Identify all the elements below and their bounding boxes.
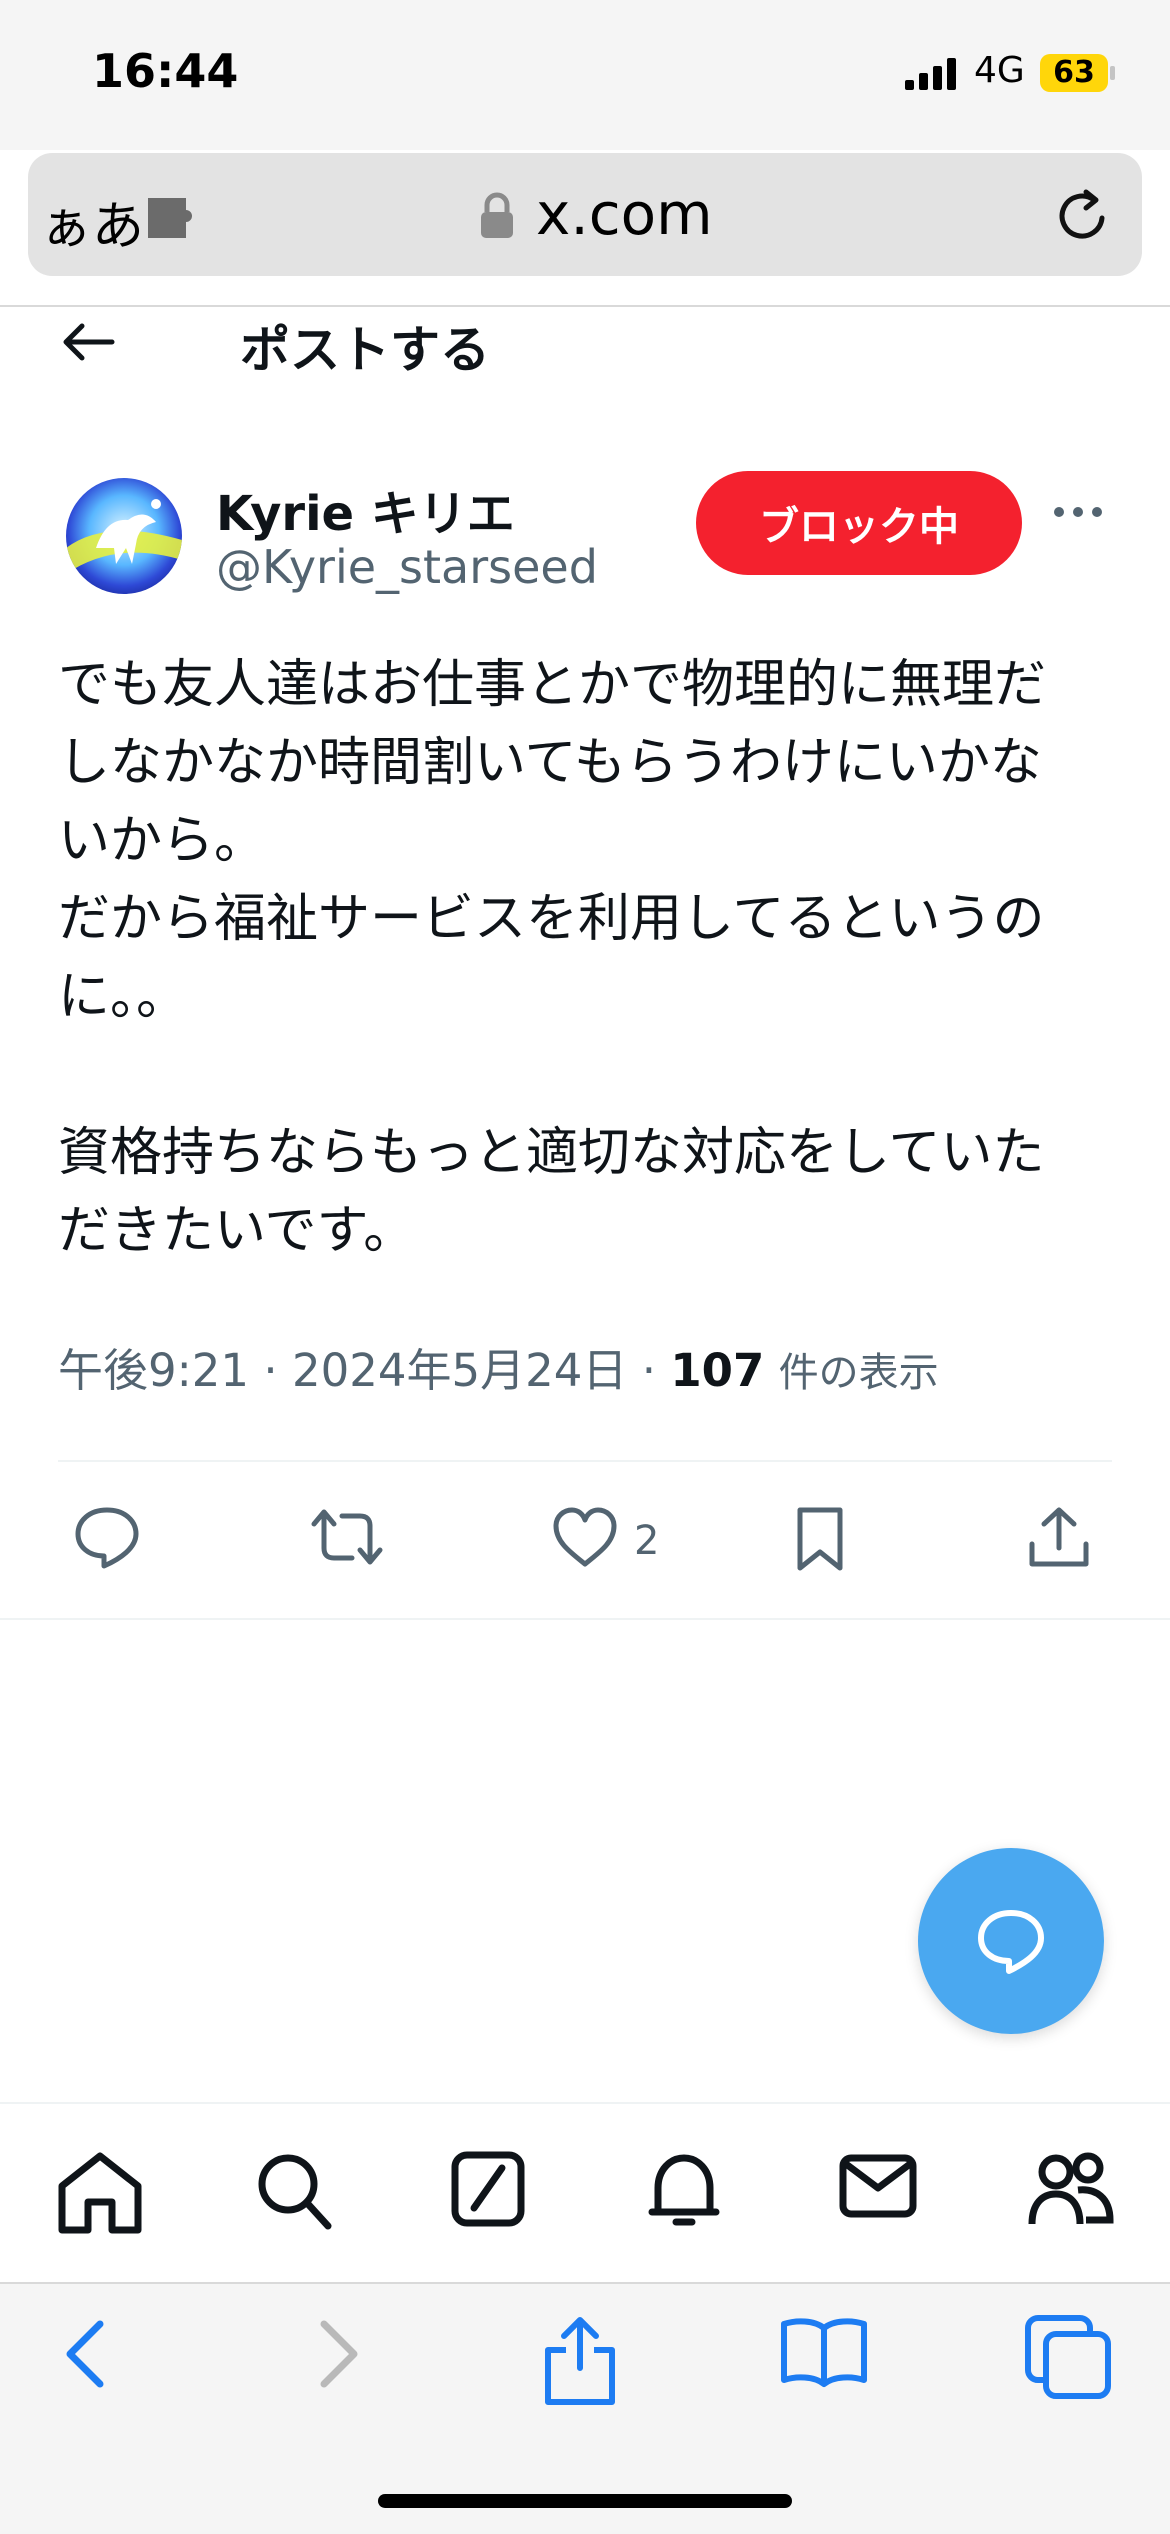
lock-icon: [481, 192, 513, 238]
messages-icon[interactable]: [838, 2150, 918, 2222]
more-options-icon[interactable]: [1052, 505, 1104, 519]
reply-icon[interactable]: [72, 1504, 142, 1570]
tweet-line: でも友人達はお仕事とかで物理的に無理だ: [58, 655, 1047, 715]
tweet-text: でも友人達はお仕事とかで物理的に無理だ しなかなか時間割いてもらうわけにいかな …: [58, 646, 1118, 1270]
divider: [0, 305, 1170, 307]
tweet-line: しなかなか時間割いてもらうわけにいかな: [58, 733, 1042, 793]
meta-separator: ·: [641, 1344, 657, 1397]
tweet-line: [58, 1036, 1118, 1114]
views-label: 件の表示: [778, 1350, 939, 1396]
bookmark-icon[interactable]: [792, 1504, 848, 1574]
heart-icon[interactable]: [550, 1504, 620, 1570]
meta-separator: ·: [263, 1344, 278, 1397]
url-text[interactable]: x.com: [536, 180, 713, 248]
text-size-button[interactable]: ぁあ: [40, 184, 144, 259]
status-time: 16:44: [92, 44, 239, 98]
tweet-line: 資格持ちならもっと適切な対応をしていた: [58, 1123, 1045, 1183]
divider: [0, 1618, 1170, 1620]
tweet-line: に。。: [58, 967, 189, 1027]
tweet-line: だきたいです。: [58, 1201, 416, 1261]
tweet-line: いから。: [58, 811, 267, 871]
battery-level: 63: [1040, 54, 1108, 92]
bottom-nav: [0, 2102, 1170, 2284]
compose-reply-button[interactable]: [918, 1848, 1104, 2034]
avatar[interactable]: [66, 478, 182, 594]
share-icon[interactable]: [1026, 1504, 1092, 1570]
page-title: ポストする: [240, 321, 490, 379]
tweet-meta: 午後9:21 · 2024年5月24日 · 107 件の表示: [58, 1334, 939, 1399]
network-type: 4G: [974, 50, 1025, 91]
grok-icon[interactable]: [450, 2150, 526, 2228]
display-name[interactable]: Kyrie キリエ: [216, 474, 515, 544]
tabs-icon[interactable]: [1024, 2314, 1112, 2400]
search-icon[interactable]: [254, 2150, 334, 2232]
blocked-button[interactable]: ブロック中: [696, 471, 1022, 575]
repost-icon[interactable]: [308, 1504, 386, 1570]
likes-count[interactable]: 2: [634, 1518, 659, 1564]
extension-icon[interactable]: [144, 192, 204, 242]
browser-back-icon[interactable]: [60, 2314, 110, 2394]
reply-bubble-icon: [978, 1910, 1044, 1974]
browser-share-icon[interactable]: [540, 2314, 620, 2408]
notifications-icon[interactable]: [646, 2150, 722, 2232]
reload-icon[interactable]: [1050, 184, 1114, 248]
home-indicator: [378, 2494, 792, 2508]
communities-icon[interactable]: [1026, 2150, 1116, 2230]
battery-cap: [1110, 66, 1115, 80]
home-icon[interactable]: [56, 2150, 144, 2236]
browser-forward-icon[interactable]: [314, 2314, 364, 2394]
signal-icon: [905, 58, 956, 90]
bookmarks-icon[interactable]: [778, 2314, 870, 2390]
tweet-time[interactable]: 午後9:21: [58, 1344, 249, 1397]
tweet-date[interactable]: 2024年5月24日: [292, 1344, 627, 1397]
back-arrow-icon[interactable]: [58, 318, 118, 366]
divider: [58, 1460, 1112, 1462]
tweet-line: だから福祉サービスを利用してるというの: [58, 889, 1045, 949]
user-handle[interactable]: @Kyrie_starseed: [216, 540, 598, 594]
views-count[interactable]: 107: [670, 1344, 764, 1397]
